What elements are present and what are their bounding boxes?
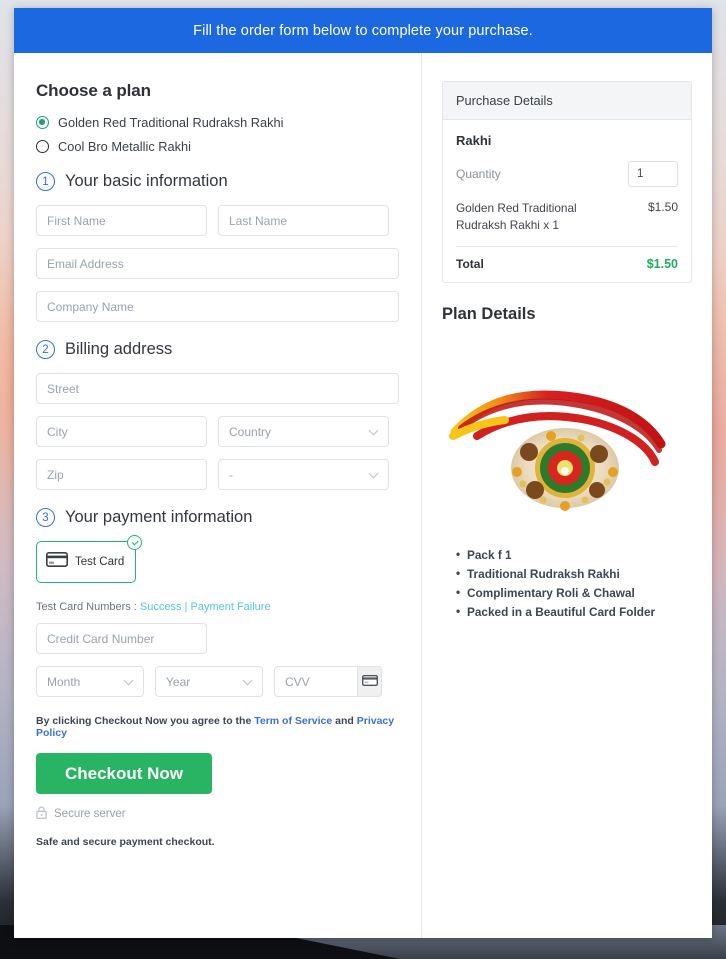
list-item: Pack f 1	[456, 545, 692, 565]
step-1-header: 1 Your basic information	[36, 172, 399, 191]
total-row: Total $1.50	[456, 257, 678, 271]
plan-details-heading: Plan Details	[442, 305, 536, 324]
step-3-title: Your payment information	[65, 508, 253, 526]
plan-option-cool-bro[interactable]: Cool Bro Metallic Rakhi	[36, 139, 399, 154]
credit-card-icon	[46, 552, 68, 572]
street-row: Street	[36, 373, 399, 404]
rakhi-product-image	[442, 340, 692, 530]
radio-unselected-icon[interactable]	[36, 140, 49, 153]
terms-middle: and	[332, 715, 357, 727]
total-amount: $1.50	[646, 257, 678, 272]
list-item: Complimentary Roli & Chawal	[456, 583, 692, 603]
state-select[interactable]: -	[218, 459, 389, 490]
summary-column: Purchase Details Rakhi Quantity 1 Golden…	[422, 53, 712, 938]
quantity-row: Quantity 1	[456, 161, 678, 187]
test-card-label: Test Card	[75, 556, 125, 568]
zip-input[interactable]: Zip	[36, 459, 207, 490]
test-numbers-prefix: Test Card Numbers :	[36, 601, 140, 613]
purchase-details-header: Purchase Details	[443, 82, 691, 120]
card-body: Choose a plan Golden Red Traditional Rud…	[14, 53, 712, 938]
expiry-cvv-row: Month Year CVV	[36, 666, 399, 697]
street-input[interactable]: Street	[36, 373, 399, 404]
step-2-title: Billing address	[65, 340, 173, 358]
product-title: Rakhi	[456, 133, 492, 148]
quantity-input[interactable]: 1	[628, 161, 678, 187]
card-back-icon	[361, 673, 378, 691]
test-card-method-button[interactable]: Test Card	[36, 535, 142, 583]
name-row: First Name Last Name	[36, 205, 399, 236]
first-name-input[interactable]: First Name	[36, 205, 207, 236]
term-of-service-link[interactable]: Term of Service	[254, 715, 332, 727]
line-item-row: Golden Red Traditional Rudraksh Rakhi x …	[456, 200, 678, 234]
expiry-month-select[interactable]: Month	[36, 666, 144, 697]
email-input[interactable]: Email Address	[36, 248, 399, 279]
cvv-help-button[interactable]	[357, 666, 382, 697]
plan-option-label: Golden Red Traditional Rudraksh Rakhi	[58, 115, 284, 130]
step-number-badge: 2	[36, 340, 55, 359]
plan-option-label: Cool Bro Metallic Rakhi	[58, 139, 191, 154]
panel-divider	[456, 246, 678, 248]
quantity-label: Quantity	[456, 167, 501, 181]
cvv-input[interactable]: CVV	[274, 666, 358, 697]
lock-icon	[36, 806, 47, 822]
plan-option-golden-red[interactable]: Golden Red Traditional Rudraksh Rakhi	[36, 115, 399, 130]
banner-text: Fill the order form below to complete yo…	[193, 22, 533, 39]
checkout-card: Fill the order form below to complete yo…	[14, 8, 712, 938]
expiry-year-select[interactable]: Year	[155, 666, 263, 697]
secure-server-note: Secure server	[36, 806, 399, 822]
city-country-row: City Country	[36, 416, 399, 447]
step-number-badge: 1	[36, 172, 55, 191]
banner: Fill the order form below to complete yo…	[14, 8, 712, 53]
order-form-column: Choose a plan Golden Red Traditional Rud…	[14, 53, 422, 938]
terms-line: By clicking Checkout Now you agree to th…	[36, 715, 399, 739]
zip-state-row: Zip -	[36, 459, 399, 490]
country-select[interactable]: Country	[218, 416, 389, 447]
company-input[interactable]: Company Name	[36, 291, 399, 322]
list-item: Packed in a Beautiful Card Folder	[456, 602, 692, 622]
success-link[interactable]: Success	[140, 601, 182, 613]
safe-checkout-note: Safe and secure payment checkout.	[36, 836, 215, 848]
total-label: Total	[456, 257, 484, 272]
plan-features-list: Pack f 1 Traditional Rudraksh Rakhi Comp…	[442, 545, 692, 622]
credit-card-number-input[interactable]: Credit Card Number	[36, 623, 207, 654]
secure-server-label: Secure server	[54, 808, 126, 820]
line-item-amount: $1.50	[647, 200, 678, 214]
step-2-header: 2 Billing address	[36, 340, 399, 359]
purchase-details-body: Rakhi Quantity 1 Golden Red Traditional …	[443, 120, 691, 282]
list-item: Traditional Rudraksh Rakhi	[456, 564, 692, 584]
last-name-input[interactable]: Last Name	[218, 205, 389, 236]
email-row: Email Address	[36, 248, 399, 279]
line-item-description: Golden Red Traditional Rudraksh Rakhi x …	[456, 201, 577, 233]
payment-failure-link[interactable]: Payment Failure	[190, 601, 270, 613]
test-card-numbers-line: Test Card Numbers : Success | Payment Fa…	[36, 601, 399, 613]
step-1-title: Your basic information	[65, 172, 228, 190]
company-row: Company Name	[36, 291, 399, 322]
radio-selected-icon[interactable]	[36, 116, 49, 129]
purchase-details-panel: Purchase Details Rakhi Quantity 1 Golden…	[442, 81, 692, 284]
card-number-row: Credit Card Number	[36, 623, 399, 654]
checkout-now-button[interactable]: Checkout Now	[36, 753, 212, 794]
step-number-badge: 3	[36, 508, 55, 527]
cvv-group: CVV	[274, 666, 382, 697]
city-input[interactable]: City	[36, 416, 207, 447]
step-3-header: 3 Your payment information	[36, 508, 399, 527]
terms-prefix: By clicking Checkout Now you agree to th…	[36, 715, 255, 727]
check-circle-icon	[127, 535, 142, 550]
choose-plan-heading: Choose a plan	[36, 81, 151, 100]
